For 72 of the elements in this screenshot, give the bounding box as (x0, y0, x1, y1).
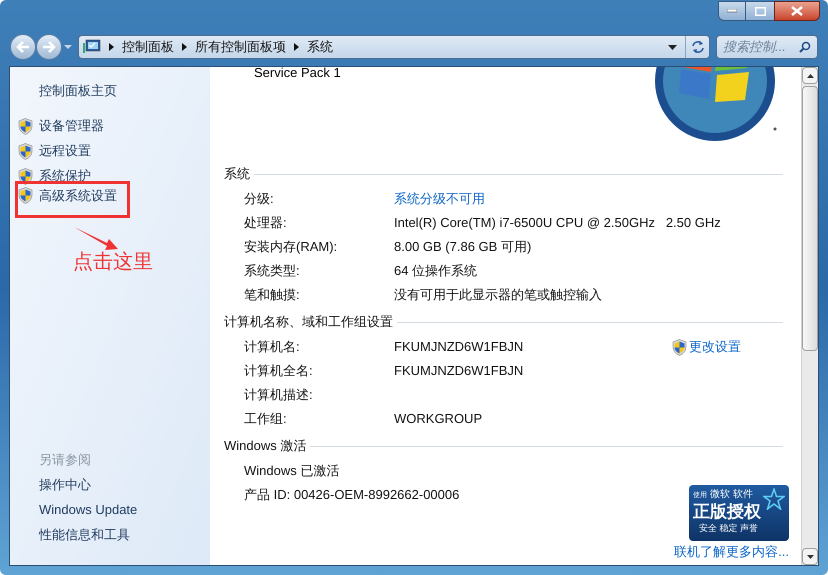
badge-text: 微软 (710, 488, 730, 502)
info-text: 产品 ID: 00426-OEM-8992662-00006 (244, 486, 460, 504)
field-label: 处理器: (244, 214, 288, 232)
dropdown-caret-icon[interactable] (668, 44, 677, 50)
sidebar-link[interactable]: 远程设置 (39, 141, 91, 161)
shield-icon (18, 118, 33, 134)
sidebar-link[interactable]: 控制面板主页 (39, 81, 210, 101)
scroll-down-button[interactable] (802, 548, 818, 565)
search-input[interactable]: 搜索控制... (723, 37, 799, 57)
maximize-button[interactable] (746, 1, 774, 21)
chevron-right-icon (182, 43, 187, 51)
badge-text: 安全 稳定 声誉 (699, 522, 758, 534)
breadcrumb-link[interactable]: 控制面板 (122, 37, 174, 57)
computer-icon (83, 39, 101, 55)
chevron-right-icon (109, 43, 114, 51)
field-label: 计算机描述: (244, 386, 314, 404)
breadcrumb-link[interactable]: 所有控制面板项 (195, 37, 286, 57)
up-arrow-icon (806, 74, 814, 78)
field-value: 没有可用于此显示器的笔或触控输入 (394, 286, 602, 304)
field-label: 笔和触摸: (244, 286, 301, 304)
field-value: Intel(R) Core(TM) i7-6500U CPU @ 2.50GHz 2.50 GHz (394, 214, 721, 232)
field-value: FKUMJNZD6W1FBJN (394, 362, 524, 380)
badge-text: 软件 (733, 488, 753, 502)
field-label: 系统类型: (244, 262, 301, 280)
sidebar-link[interactable]: 操作中心 (39, 475, 210, 495)
field-label: 计算机全名: (244, 362, 314, 380)
shield-icon (672, 338, 687, 356)
badge-title: 正版授权 (693, 502, 761, 522)
scroll-up-button[interactable] (802, 67, 818, 84)
section-heading: Windows 激活 (224, 437, 306, 456)
field-value: WORKGROUP (394, 410, 482, 428)
star-icon (763, 488, 785, 510)
close-button[interactable] (774, 1, 820, 21)
chevron-right-icon (294, 43, 299, 51)
back-arrow-icon (16, 41, 30, 53)
info-text: Windows 已激活 (244, 462, 340, 480)
field-label: 分级: (244, 190, 275, 208)
section-heading: 计算机名称、域和工作组设置 (224, 313, 393, 332)
more-info-link[interactable]: 联机了解更多内容... (674, 542, 789, 561)
field-label: 计算机名: (244, 338, 301, 356)
close-icon (791, 6, 803, 16)
back-button[interactable] (10, 34, 36, 60)
minimize-button[interactable] (718, 1, 746, 21)
see-also-heading: 另请参阅 (39, 450, 92, 468)
breadcrumb-link[interactable]: 系统 (307, 37, 333, 57)
down-arrow-icon (806, 554, 814, 558)
arrow-drawing (73, 225, 119, 251)
field-label: 安装内存(RAM): (244, 238, 338, 256)
edition-text: Service Pack 1 (254, 67, 341, 81)
address-bar[interactable]: 控制面板 所有控制面板项 系统 (78, 35, 710, 59)
maximize-icon (754, 6, 766, 16)
search-field[interactable]: 搜索控制... (716, 35, 818, 59)
change-settings-link[interactable]: 更改设置 (672, 337, 741, 357)
field-value: 8.00 GB (7.86 GB 可用) (394, 238, 532, 256)
field-label: 工作组: (244, 410, 288, 428)
section-heading: 系统 (224, 165, 250, 184)
shield-icon (18, 142, 33, 160)
forward-arrow-icon (42, 41, 56, 53)
rating-link[interactable]: 系统分级不可用 (394, 189, 485, 209)
shield-icon (18, 168, 33, 184)
sidebar-link[interactable]: 高级系统设置 (39, 186, 117, 206)
search-icon (799, 41, 811, 53)
field-value: 64 位操作系统 (394, 262, 478, 280)
shield-icon (18, 187, 33, 204)
sidebar-link[interactable]: 性能信息和工具 (39, 525, 210, 545)
sidebar-link[interactable]: Windows Update (39, 500, 210, 520)
sidebar-link[interactable]: 设备管理器 (39, 116, 104, 136)
field-value: FKUMJNZD6W1FBJN (394, 338, 524, 356)
annotation-text: 点击这里 (73, 250, 154, 275)
forward-button[interactable] (36, 34, 62, 60)
refresh-arrows-icon (690, 40, 704, 54)
minimize-icon (727, 9, 737, 13)
